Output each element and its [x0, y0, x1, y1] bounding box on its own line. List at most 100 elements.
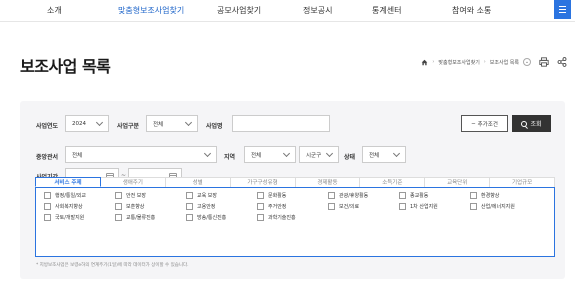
- chevron-down-icon: [203, 149, 212, 157]
- checkbox-label: 1차 산업지원: [410, 204, 438, 210]
- search-button[interactable]: 조회: [512, 115, 551, 132]
- tab-income-standard[interactable]: 소득기준: [360, 177, 426, 187]
- checkbox-item[interactable]: 과학기술진흥: [257, 214, 296, 221]
- checkbox-label: 국토/개발지원: [55, 215, 85, 221]
- tab-household-type[interactable]: 가구구성유형: [230, 177, 296, 187]
- checkbox-item[interactable]: 고용안정: [186, 203, 215, 210]
- checkbox[interactable]: [399, 203, 406, 210]
- tab-service-topic[interactable]: 서비스 주제: [35, 177, 101, 187]
- status-select[interactable]: 전체: [362, 146, 406, 163]
- breadcrumb-item-custom-subsidy[interactable]: 맞춤형보조사업찾기: [438, 59, 479, 66]
- chevron-down-icon[interactable]: ⌄: [523, 58, 531, 66]
- nav-item-custom-subsidy[interactable]: 맞춤형보조사업찾기: [118, 5, 184, 16]
- checkbox-item[interactable]: 1차 산업지원: [399, 203, 438, 210]
- breadcrumb-separator: ›: [432, 59, 435, 65]
- checkbox[interactable]: [257, 214, 264, 221]
- checkbox-item[interactable]: 환경향상: [470, 192, 499, 199]
- breadcrumb-separator: ›: [483, 59, 486, 65]
- checkbox-label: 교통/물류진흥: [126, 215, 156, 221]
- data-notice: * 지방보조사업은 보령e하의 연계주기(1일)에 따라 데이터가 상이할 수 …: [36, 263, 189, 268]
- checkbox[interactable]: [470, 203, 477, 210]
- checkbox[interactable]: [257, 203, 264, 210]
- top-navigation: 소개 맞춤형보조사업찾기 공모사업찾기 정보공시 통계센터 참여와 소통: [0, 0, 575, 22]
- checkbox[interactable]: [470, 192, 477, 199]
- checkbox[interactable]: [115, 214, 122, 221]
- checkbox-label: 환경향상: [481, 193, 500, 199]
- tab-economic-activity[interactable]: 경제활동: [295, 177, 361, 187]
- checkbox-item[interactable]: 교통/물류진흥: [115, 214, 155, 221]
- checkbox[interactable]: [44, 192, 51, 199]
- home-icon[interactable]: [421, 59, 428, 66]
- checkbox-item[interactable]: 행정/통일/외교: [44, 192, 86, 199]
- checkbox[interactable]: [399, 192, 406, 199]
- tab-company-size[interactable]: 기업규모: [490, 177, 555, 187]
- checkbox-label: 주거안정: [268, 204, 287, 210]
- checkbox-label: 보건/의료: [339, 204, 360, 210]
- checkbox-item[interactable]: 교육 보장: [186, 192, 217, 199]
- district-value: 시군구: [306, 152, 322, 159]
- checkbox-item[interactable]: 방송/통신진흥: [186, 214, 226, 221]
- region-select[interactable]: 전체: [244, 146, 296, 163]
- checkbox[interactable]: [115, 203, 122, 210]
- nav-item-statistics[interactable]: 통계센터: [372, 5, 401, 16]
- checkbox-item[interactable]: 종교활동: [399, 192, 428, 199]
- checkbox-label: 과학기술진흥: [268, 215, 296, 221]
- checkbox[interactable]: [186, 203, 193, 210]
- print-icon[interactable]: [539, 57, 549, 67]
- year-select[interactable]: 2024: [65, 115, 109, 132]
- hamburger-menu-icon[interactable]: [554, 0, 571, 19]
- search-button-label: 조회: [530, 121, 542, 128]
- checkbox[interactable]: [328, 203, 335, 210]
- nav-item-disclosure[interactable]: 정보공시: [303, 5, 332, 16]
- checkbox-item[interactable]: 사회복지향상: [44, 203, 83, 210]
- checkbox-item[interactable]: 보훈향상: [115, 203, 144, 210]
- checkbox[interactable]: [328, 192, 335, 199]
- chevron-down-icon: [392, 149, 401, 157]
- checkbox-item[interactable]: 주거안정: [257, 203, 286, 210]
- checkbox-item[interactable]: 산업/에너지지원: [470, 203, 515, 210]
- checkbox-label: 방송/통신진흥: [197, 215, 227, 221]
- search-icon: [521, 120, 528, 127]
- filter-tabs: 서비스 주제 생애주기 성별 가구구성유형 경제활동 소득기준 교육단위 기업규…: [35, 177, 555, 188]
- tab-life-cycle[interactable]: 생애주기: [100, 177, 166, 187]
- tab-gender[interactable]: 성별: [165, 177, 231, 187]
- share-icon[interactable]: [557, 57, 567, 67]
- checkbox[interactable]: [186, 214, 193, 221]
- region-value: 전체: [251, 152, 262, 159]
- checkbox-item[interactable]: 국토/개발지원: [44, 214, 84, 221]
- status-label: 상태: [344, 154, 356, 161]
- checkbox-label: 산업/에너지지원: [481, 204, 515, 210]
- tab-education-unit[interactable]: 교육단위: [425, 177, 491, 187]
- nav-item-participation[interactable]: 참여와 소통: [452, 5, 491, 16]
- type-label: 사업구분: [117, 123, 140, 130]
- type-value: 전체: [153, 121, 164, 128]
- checkbox[interactable]: [44, 203, 51, 210]
- type-select[interactable]: 전체: [146, 115, 198, 132]
- chevron-down-icon: [325, 149, 334, 157]
- checkbox[interactable]: [44, 214, 51, 221]
- checkbox[interactable]: [186, 192, 193, 199]
- checkbox-label: 관광/휴양활동: [339, 193, 369, 199]
- checkbox-label: 종교활동: [410, 193, 429, 199]
- add-condition-button[interactable]: − 추가조건: [461, 115, 508, 132]
- nav-item-contest-search[interactable]: 공모사업찾기: [217, 5, 261, 16]
- status-value: 전체: [369, 152, 380, 159]
- district-select[interactable]: 시군구: [299, 146, 339, 163]
- checkbox[interactable]: [257, 192, 264, 199]
- checkbox-item[interactable]: 문화활동: [257, 192, 286, 199]
- checkbox-item[interactable]: 안전 보장: [115, 192, 146, 199]
- page-title: 보조사업 목록: [20, 57, 111, 76]
- breadcrumb-item-current: 보조사업 목록: [489, 59, 519, 66]
- ministry-select[interactable]: 전체: [65, 146, 217, 163]
- checkbox-label: 고용안정: [197, 204, 216, 210]
- checkbox-item[interactable]: 관광/휴양활동: [328, 192, 368, 199]
- checkbox[interactable]: [115, 192, 122, 199]
- name-input[interactable]: [232, 115, 330, 132]
- nav-item-intro[interactable]: 소개: [47, 5, 62, 16]
- chevron-down-icon: [95, 118, 104, 126]
- checkbox-label: 보훈향상: [126, 204, 145, 210]
- ministry-value: 전체: [72, 152, 83, 159]
- checkbox-item[interactable]: 보건/의료: [328, 203, 359, 210]
- breadcrumb: › 맞춤형보조사업찾기 › 보조사업 목록 ⌄: [421, 56, 567, 68]
- chevron-down-icon: [184, 118, 193, 126]
